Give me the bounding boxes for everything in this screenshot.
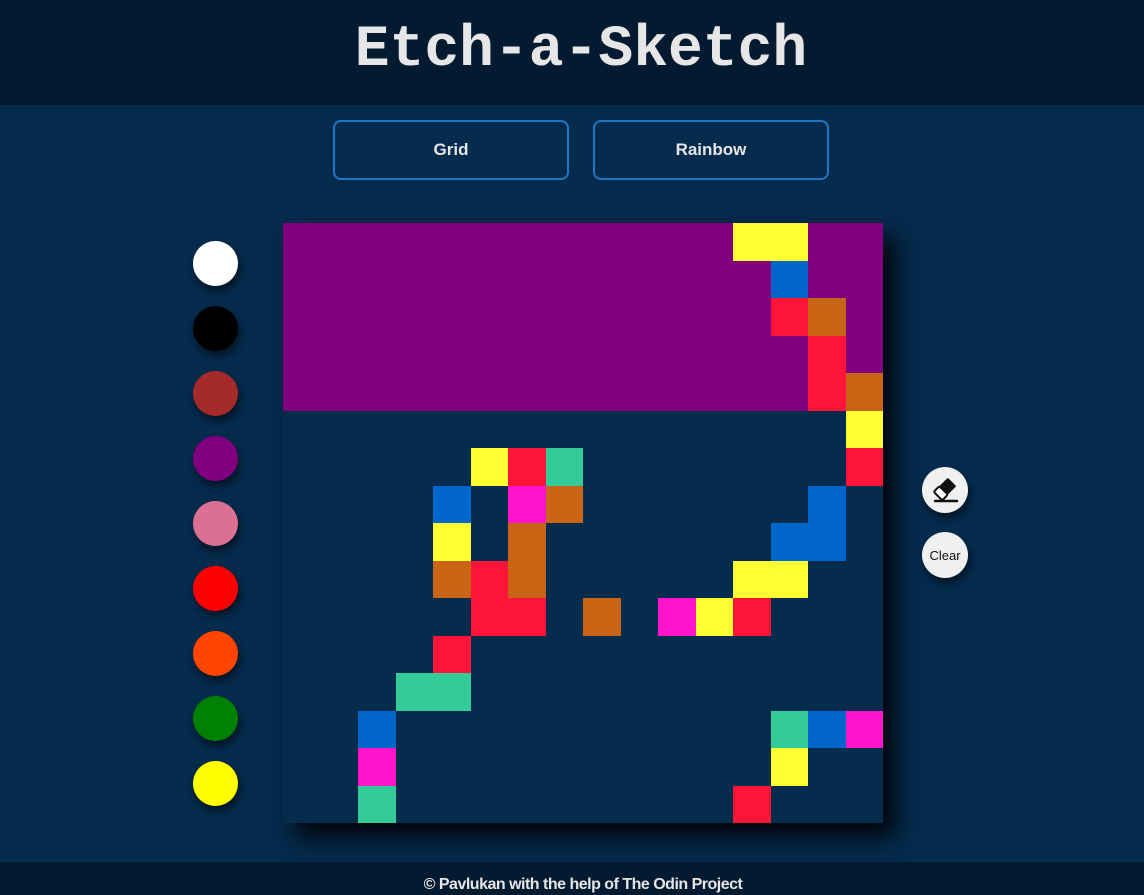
grid-cell[interactable] [658,598,696,636]
sketch-canvas[interactable] [283,223,883,823]
grid-cell[interactable] [733,223,771,261]
grid-cell[interactable] [808,710,846,748]
swatch-orange-red[interactable] [193,631,238,676]
swatch-red[interactable] [193,566,238,611]
grid-cell[interactable] [508,560,546,598]
grid-cell[interactable] [470,598,508,636]
swatch-black[interactable] [193,306,238,351]
grid-cell[interactable] [733,785,771,823]
grid-cell[interactable] [845,260,883,298]
grid-cell[interactable] [358,710,396,748]
header: Etch-a-Sketch [0,0,1144,105]
grid-cell[interactable] [770,298,808,336]
grid-cell[interactable] [808,298,846,336]
swatch-white[interactable] [193,241,238,286]
clear-label: Clear [929,547,961,563]
filled-area [283,223,808,411]
grid-cell[interactable] [508,448,546,486]
grid-cell[interactable] [395,673,433,711]
grid-cell[interactable] [433,523,471,561]
grid-cell[interactable] [770,523,808,561]
grid-cell[interactable] [770,223,808,261]
grid-cell[interactable] [545,485,583,523]
grid-cell[interactable] [433,673,471,711]
swatch-brown[interactable] [193,371,238,416]
grid-cell[interactable] [808,523,846,561]
grid-cell[interactable] [845,373,883,411]
grid-cell[interactable] [845,448,883,486]
footer-credit: © Pavlukan with the help of The Odin Pro… [423,875,743,893]
grid-cell[interactable] [770,260,808,298]
grid-cell[interactable] [845,710,883,748]
grid-cell[interactable] [508,485,546,523]
grid-button[interactable]: Grid [333,120,569,180]
grid-cell[interactable] [470,560,508,598]
grid-cell[interactable] [433,560,471,598]
grid-cell[interactable] [808,335,846,373]
grid-cell[interactable] [358,785,396,823]
grid-cell[interactable] [770,560,808,598]
grid-cell[interactable] [733,560,771,598]
swatch-pink[interactable] [193,501,238,546]
swatch-yellow[interactable] [193,761,238,806]
grid-cell[interactable] [845,223,883,261]
grid-cell[interactable] [470,448,508,486]
grid-cell[interactable] [808,223,846,261]
clear-button[interactable]: Clear [922,532,968,578]
grid-cell[interactable] [808,260,846,298]
grid-cell[interactable] [508,523,546,561]
grid-cell[interactable] [845,335,883,373]
grid-cell[interactable] [845,410,883,448]
grid-cell[interactable] [695,598,733,636]
grid-cell[interactable] [808,485,846,523]
rainbow-button[interactable]: Rainbow [593,120,829,180]
grid-cell[interactable] [433,635,471,673]
grid-cell[interactable] [508,598,546,636]
swatch-green[interactable] [193,696,238,741]
swatch-purple[interactable] [193,436,238,481]
grid-cell[interactable] [583,598,621,636]
grid-cell[interactable] [845,298,883,336]
grid-cell[interactable] [358,748,396,786]
footer: © Pavlukan with the help of The Odin Pro… [0,862,1144,895]
eraser-icon [933,478,959,503]
grid-cell[interactable] [770,710,808,748]
grid-cell[interactable] [808,373,846,411]
grid-cell[interactable] [433,485,471,523]
eraser-button[interactable] [922,467,968,513]
grid-cell[interactable] [733,598,771,636]
grid-cell[interactable] [545,448,583,486]
app-title: Etch-a-Sketch [354,17,808,83]
grid-cell[interactable] [770,748,808,786]
